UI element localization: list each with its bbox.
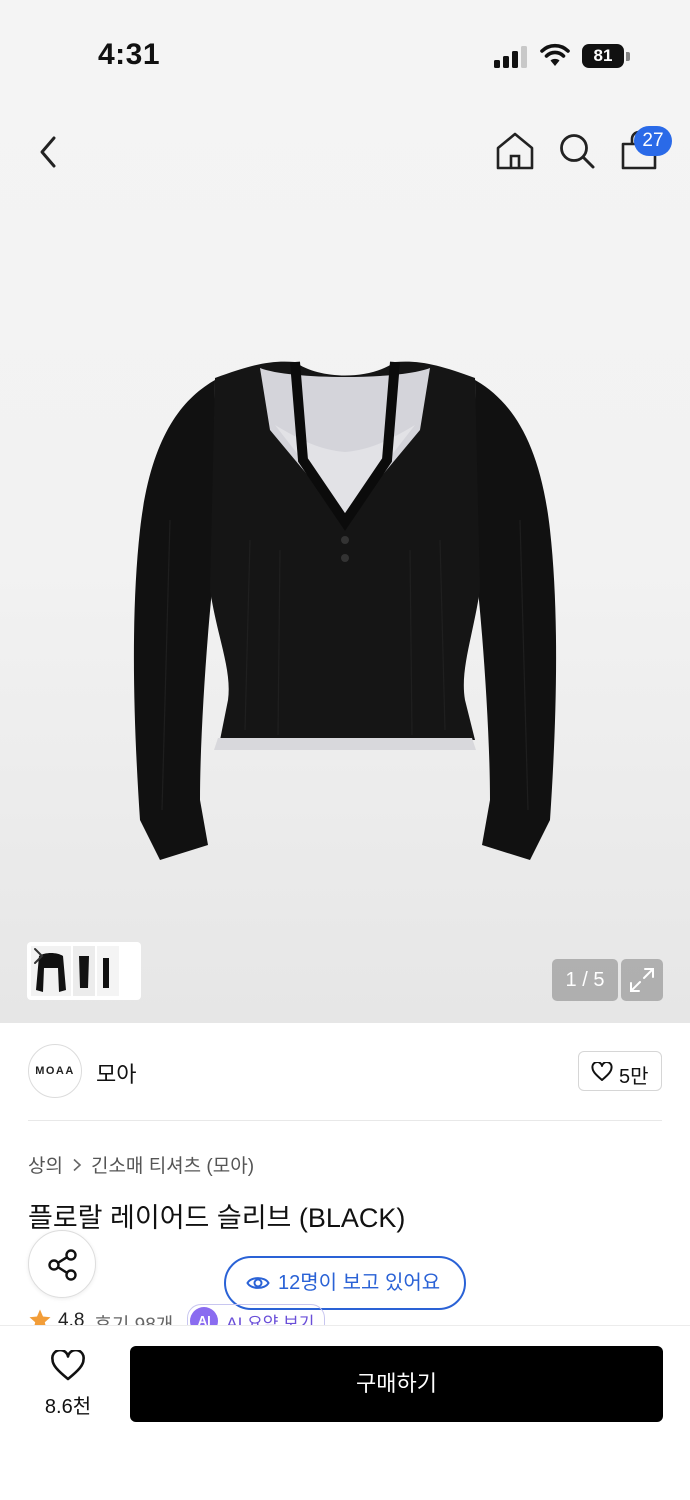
brand-name[interactable]: 모아 [96, 1057, 136, 1089]
wifi-icon [540, 43, 570, 66]
buy-button[interactable]: 구매하기 [130, 1346, 663, 1422]
ai-summary-label: AI 요약 보기 [226, 1313, 315, 1327]
cart-count-badge: 27 [634, 126, 672, 156]
top-nav [0, 110, 690, 200]
breadcrumb-item-category[interactable]: 상의 [28, 1151, 63, 1178]
share-button[interactable] [28, 1230, 96, 1298]
eye-icon [246, 1277, 270, 1289]
breadcrumb-item-subcategory[interactable]: 긴소매 티셔츠 (모아) [91, 1151, 254, 1178]
chevron-left-icon[interactable] [28, 130, 72, 174]
divider [28, 1120, 662, 1121]
wishlist-count: 8.6천 [44, 1396, 92, 1418]
breadcrumb: 상의 긴소매 티셔츠 (모아) [28, 1151, 254, 1178]
status-bar: 4:31 81 [0, 0, 690, 100]
heart-icon [591, 1062, 613, 1081]
rating-row: 4.8 후기 98개 AI AI 요약 보기 [28, 1304, 368, 1326]
product-image[interactable] [120, 340, 570, 880]
status-time: 4:31 [98, 38, 161, 71]
heart-icon [51, 1350, 85, 1381]
chevron-right-icon [73, 1158, 82, 1171]
rating-value: 4.8 [58, 1310, 85, 1326]
home-icon[interactable] [494, 130, 536, 172]
thumbnail-strip[interactable] [27, 942, 141, 1000]
review-count[interactable]: 후기 98개 [94, 1310, 173, 1326]
signal-icon [494, 46, 527, 68]
page-counter: 1 / 5 [552, 959, 618, 1001]
search-icon[interactable] [556, 130, 598, 172]
brand-like-button[interactable]: 5만 [578, 1051, 662, 1091]
brand-like-count: 5만 [619, 1066, 649, 1088]
product-title: 플로랄 레이어드 슬리브 (BLACK) [28, 1203, 406, 1233]
share-icon [48, 1249, 77, 1281]
ai-summary-button[interactable]: AI AI 요약 보기 [187, 1304, 326, 1327]
chevron-right-icon [34, 948, 44, 964]
viewers-text: 12명이 보고 있어요 [278, 1272, 441, 1294]
bottom-action-bar: 8.6천 구매하기 [0, 1325, 690, 1500]
viewers-pill: 12명이 보고 있어요 [224, 1256, 466, 1310]
brand-logo[interactable]: MOAA [28, 1044, 82, 1098]
wishlist-button[interactable]: 8.6천 [28, 1346, 108, 1426]
ai-icon: AI [190, 1307, 219, 1326]
star-icon [29, 1309, 51, 1326]
battery-icon: 81 [582, 44, 630, 68]
expand-button[interactable] [621, 959, 663, 1001]
battery-level: 81 [582, 44, 624, 68]
expand-icon [630, 968, 654, 992]
